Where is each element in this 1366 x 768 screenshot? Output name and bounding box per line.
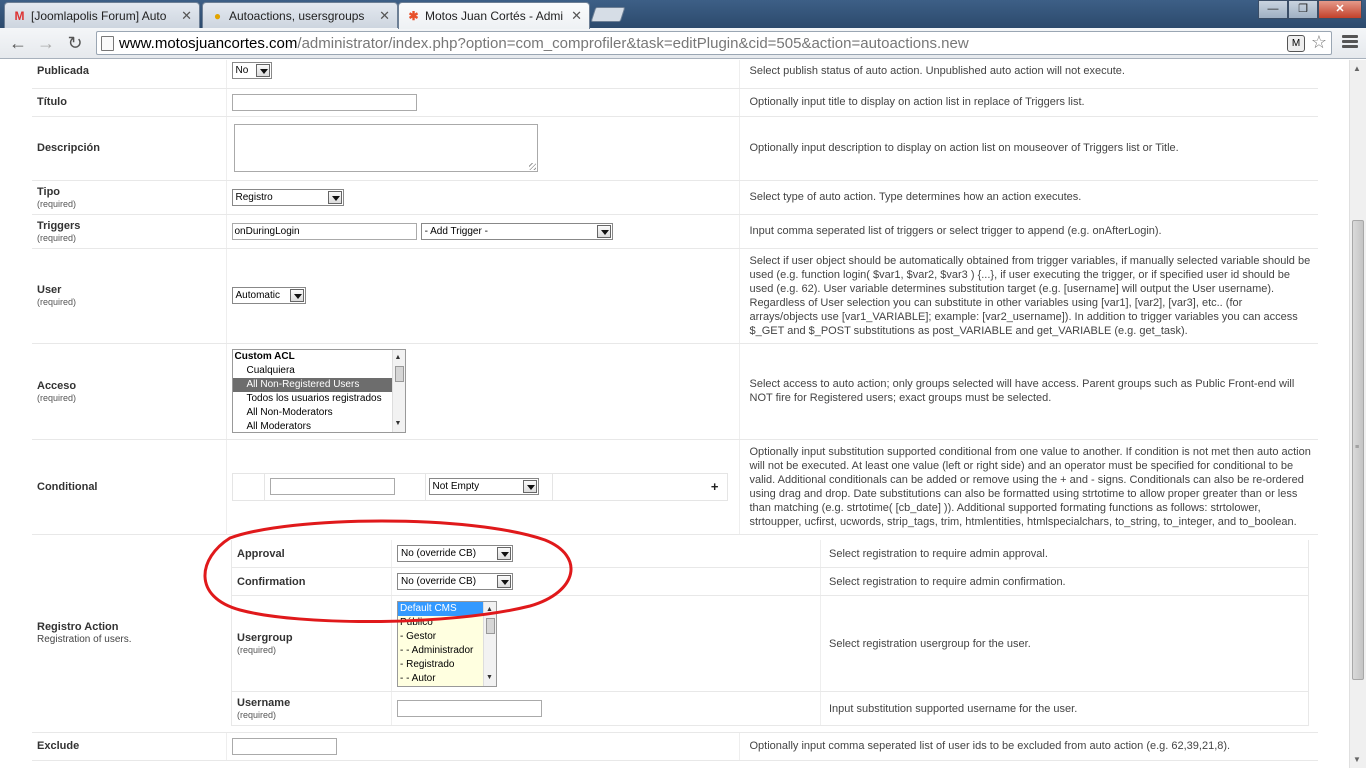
triggers-input[interactable]: onDuringLogin bbox=[231, 222, 417, 240]
row-publicada: Publicada No Select publish status of au… bbox=[32, 60, 1318, 89]
extension-icon[interactable]: M bbox=[1287, 35, 1305, 52]
list-option-selected[interactable]: All Non-Registered Users bbox=[232, 378, 405, 392]
username-input[interactable] bbox=[397, 700, 542, 718]
row-triggers: Triggers (required) onDuringLogin - Add T… bbox=[32, 214, 1318, 249]
row-titulo: Título Optionally input title to display… bbox=[32, 88, 1318, 117]
list-option[interactable]: - Gestor bbox=[398, 630, 496, 644]
page-viewport: Publicada No Select publish status of au… bbox=[0, 60, 1349, 768]
acceso-listbox[interactable]: Custom ACL Cualquiera All Non-Registered… bbox=[231, 349, 406, 433]
back-icon[interactable]: ← bbox=[6, 32, 30, 54]
list-option[interactable]: Todos los usuarios registrados bbox=[233, 392, 405, 406]
row-tipo: Tipo (required) Registro Select type of a… bbox=[32, 180, 1318, 215]
publicada-select[interactable]: No bbox=[231, 62, 272, 80]
row-username: Username (required) Input substitution su… bbox=[231, 691, 1309, 727]
list-option[interactable]: All Moderators bbox=[233, 420, 405, 432]
list-option[interactable]: - - Administrador bbox=[398, 644, 496, 658]
scroll-down-icon[interactable]: ▼ bbox=[395, 417, 402, 431]
restore-icon[interactable]: ❐ bbox=[1288, 0, 1318, 19]
forum-icon: ● bbox=[213, 9, 222, 23]
add-trigger-select[interactable]: - Add Trigger - bbox=[420, 222, 613, 240]
chevron-down-icon bbox=[522, 480, 537, 493]
scroll-up-icon[interactable]: ▲ bbox=[1353, 64, 1361, 73]
row-label: Publicada bbox=[32, 60, 226, 89]
window-close-icon[interactable]: ✕ bbox=[1318, 0, 1362, 19]
menu-icon[interactable] bbox=[1342, 35, 1358, 51]
row-desc: Select publish status of auto action. Un… bbox=[739, 60, 1318, 89]
tab-title: [Joomlapolis Forum] Auto bbox=[31, 9, 167, 23]
add-conditional-button[interactable]: + bbox=[553, 479, 727, 494]
confirmation-select[interactable]: No (override CB) bbox=[397, 573, 513, 591]
row-descripcion: Descripción Optionally input description… bbox=[32, 116, 1318, 181]
minimize-icon[interactable]: — bbox=[1258, 0, 1288, 19]
address-bar[interactable]: www.motosjuancortes.com/administrator/in… bbox=[96, 31, 1332, 55]
row-exclude: Exclude Optionally input comma seperated… bbox=[32, 732, 1318, 761]
list-option[interactable]: - Registrado bbox=[398, 658, 496, 672]
new-tab-button[interactable] bbox=[590, 7, 626, 22]
forward-icon[interactable]: → bbox=[34, 32, 58, 54]
tab-title: Autoactions, usersgroups bbox=[229, 9, 365, 23]
usergroup-listbox[interactable]: Default CMS Público - Gestor - - Adminis… bbox=[397, 600, 497, 687]
user-select[interactable]: Automatic bbox=[231, 287, 306, 304]
listbox-scrollbar[interactable]: ▲ ▼ bbox=[391, 350, 405, 432]
list-option[interactable]: All Non-Moderators bbox=[233, 406, 405, 420]
window-controls: — ❐ ✕ bbox=[1258, 0, 1362, 20]
exclude-input[interactable] bbox=[231, 737, 337, 755]
chevron-down-icon bbox=[255, 64, 270, 78]
scroll-up-icon[interactable]: ▲ bbox=[486, 603, 493, 617]
tipo-select[interactable]: Registro bbox=[231, 188, 344, 206]
row-usergroup: Usergroup (required) Default CMS Público … bbox=[231, 595, 1309, 693]
chevron-down-icon bbox=[327, 190, 342, 204]
row-conditional: Conditional Not Empty + Optionally input… bbox=[32, 439, 1318, 535]
row-confirmation: Confirmation No (override CB) Select reg… bbox=[231, 567, 1309, 597]
row-control: No bbox=[225, 60, 740, 89]
conditional-row: Not Empty + bbox=[231, 472, 728, 501]
scroll-up-icon[interactable]: ▲ bbox=[395, 351, 402, 365]
list-option[interactable]: Público bbox=[398, 616, 496, 630]
url-text: www.motosjuancortes.com/administrator/in… bbox=[119, 35, 969, 52]
browser-tab-bar: M [Joomlapolis Forum] Auto ✕ ● Autoactio… bbox=[0, 0, 1366, 29]
chevron-down-icon bbox=[497, 575, 511, 589]
conditional-operator-select[interactable]: Not Empty bbox=[428, 478, 539, 495]
titulo-input[interactable] bbox=[231, 93, 417, 111]
star-icon[interactable]: ☆ bbox=[1311, 32, 1327, 53]
row-approval: Approval No (override CB) Select registr… bbox=[231, 539, 1309, 569]
chevron-down-icon bbox=[596, 224, 611, 238]
scrollbar-thumb[interactable]: ≡ bbox=[1352, 220, 1364, 680]
page-scrollbar[interactable]: ▲ ≡ ▼ bbox=[1349, 60, 1366, 768]
drag-handle[interactable] bbox=[233, 473, 265, 500]
chevron-down-icon bbox=[497, 547, 511, 560]
close-icon[interactable]: ✕ bbox=[181, 8, 192, 24]
list-option[interactable]: Custom ACL bbox=[233, 350, 405, 364]
row-registro-action: Registro Action Registration of users. Ap… bbox=[32, 534, 1318, 733]
scroll-down-icon[interactable]: ▼ bbox=[486, 671, 493, 685]
plugin-params-table: Publicada No Select publish status of au… bbox=[32, 60, 1318, 761]
gmail-icon: M bbox=[14, 9, 25, 23]
row-user: User (required) Automatic Select if user … bbox=[32, 248, 1318, 344]
close-icon[interactable]: ✕ bbox=[379, 8, 390, 24]
browser-toolbar: ← → ↻ www.motosjuancortes.com/administra… bbox=[0, 28, 1366, 59]
page-icon bbox=[101, 36, 114, 51]
joomla-icon: ✱ bbox=[408, 9, 419, 23]
list-option[interactable]: - - Autor bbox=[398, 672, 496, 686]
chevron-down-icon bbox=[289, 289, 304, 302]
tab-joomlapolis-forum[interactable]: M [Joomlapolis Forum] Auto ✕ bbox=[4, 2, 200, 28]
scroll-down-icon[interactable]: ▼ bbox=[1353, 755, 1361, 764]
list-option[interactable]: Cualquiera bbox=[233, 364, 405, 378]
registro-subtable: Approval No (override CB) Select registr… bbox=[231, 539, 1309, 727]
tab-autoactions-usersgroups[interactable]: ● Autoactions, usersgroups ✕ bbox=[202, 2, 398, 28]
close-icon[interactable]: ✕ bbox=[571, 8, 582, 24]
descripcion-textarea[interactable] bbox=[233, 124, 538, 172]
tab-motos-juan-cortes[interactable]: ✱ Motos Juan Cortés - Admi ✕ bbox=[398, 2, 590, 29]
tab-title: Motos Juan Cortés - Admi bbox=[425, 9, 564, 23]
row-acceso: Acceso (required) Custom ACL Cualquiera A… bbox=[32, 343, 1318, 440]
approval-select[interactable]: No (override CB) bbox=[397, 545, 513, 562]
list-option-selected[interactable]: Default CMS bbox=[398, 601, 496, 616]
listbox-scrollbar[interactable]: ▲ ▼ bbox=[483, 601, 496, 686]
resize-grip-icon[interactable] bbox=[528, 163, 536, 170]
conditional-left-input[interactable] bbox=[269, 478, 395, 495]
reload-icon[interactable]: ↻ bbox=[63, 32, 87, 54]
